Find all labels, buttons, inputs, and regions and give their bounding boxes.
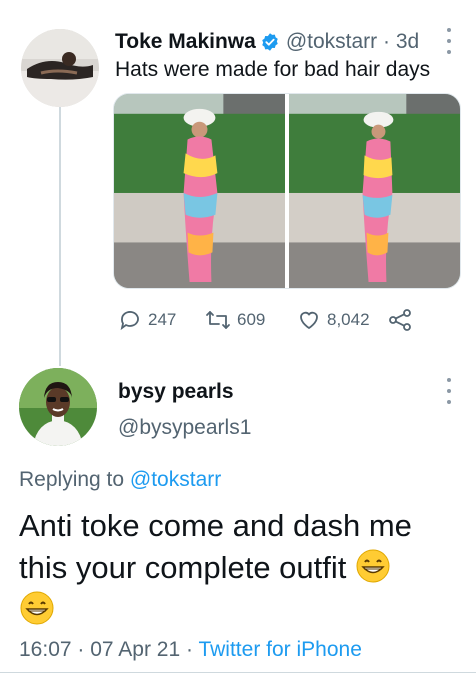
- tweet-photo-2[interactable]: [289, 94, 460, 288]
- replying-to-line: Replying to @tokstarr: [19, 468, 222, 491]
- reply-button[interactable]: 247: [118, 308, 176, 332]
- grinning-emoji-icon: [355, 548, 391, 584]
- like-icon: [300, 311, 318, 330]
- reply-icon: [120, 311, 139, 331]
- share-button[interactable]: [387, 308, 413, 332]
- parent-tweet-text: Hats were made for bad hair days: [115, 58, 431, 81]
- like-count: 8,042: [327, 310, 370, 329]
- parent-tweet-header: Toke Makinwa @tokstarr · 3d: [115, 30, 460, 54]
- reply-tweet-text: Anti toke come and dash me this your com…: [19, 505, 459, 631]
- share-icon: [389, 309, 411, 331]
- retweet-icon: [206, 311, 230, 329]
- replying-to-handle-link[interactable]: @tokstarr: [130, 468, 221, 491]
- retweet-count: 609: [237, 310, 266, 329]
- more-icon[interactable]: [446, 28, 452, 54]
- parent-author-handle[interactable]: @tokstarr · 3d: [286, 30, 419, 54]
- retweet-button[interactable]: 609: [205, 308, 265, 332]
- parent-author-avatar[interactable]: [21, 29, 99, 107]
- more-icon[interactable]: [446, 378, 452, 404]
- thread-connector-line: [59, 104, 61, 366]
- reply-author-avatar[interactable]: [19, 368, 97, 446]
- verified-badge-icon: [260, 32, 280, 52]
- tweet-media-grid: [113, 93, 461, 289]
- tweet-time[interactable]: 16:07: [19, 638, 72, 661]
- divider: [0, 672, 476, 673]
- reply-count: 247: [148, 310, 177, 329]
- tweet-photo-1[interactable]: [114, 94, 285, 288]
- reply-author-name[interactable]: bysy pearls: [118, 380, 234, 404]
- grinning-emoji-icon: [19, 590, 55, 626]
- reply-author-handle[interactable]: @bysypearls1: [118, 416, 251, 440]
- tweet-date[interactable]: 07 Apr 21: [90, 638, 180, 661]
- like-button[interactable]: 8,042: [297, 308, 370, 332]
- tweet-source-link[interactable]: Twitter for iPhone: [198, 638, 361, 661]
- tweet-timestamp-line: 16:07 · 07 Apr 21 · Twitter for iPhone: [19, 638, 362, 661]
- parent-author-name[interactable]: Toke Makinwa: [115, 30, 256, 54]
